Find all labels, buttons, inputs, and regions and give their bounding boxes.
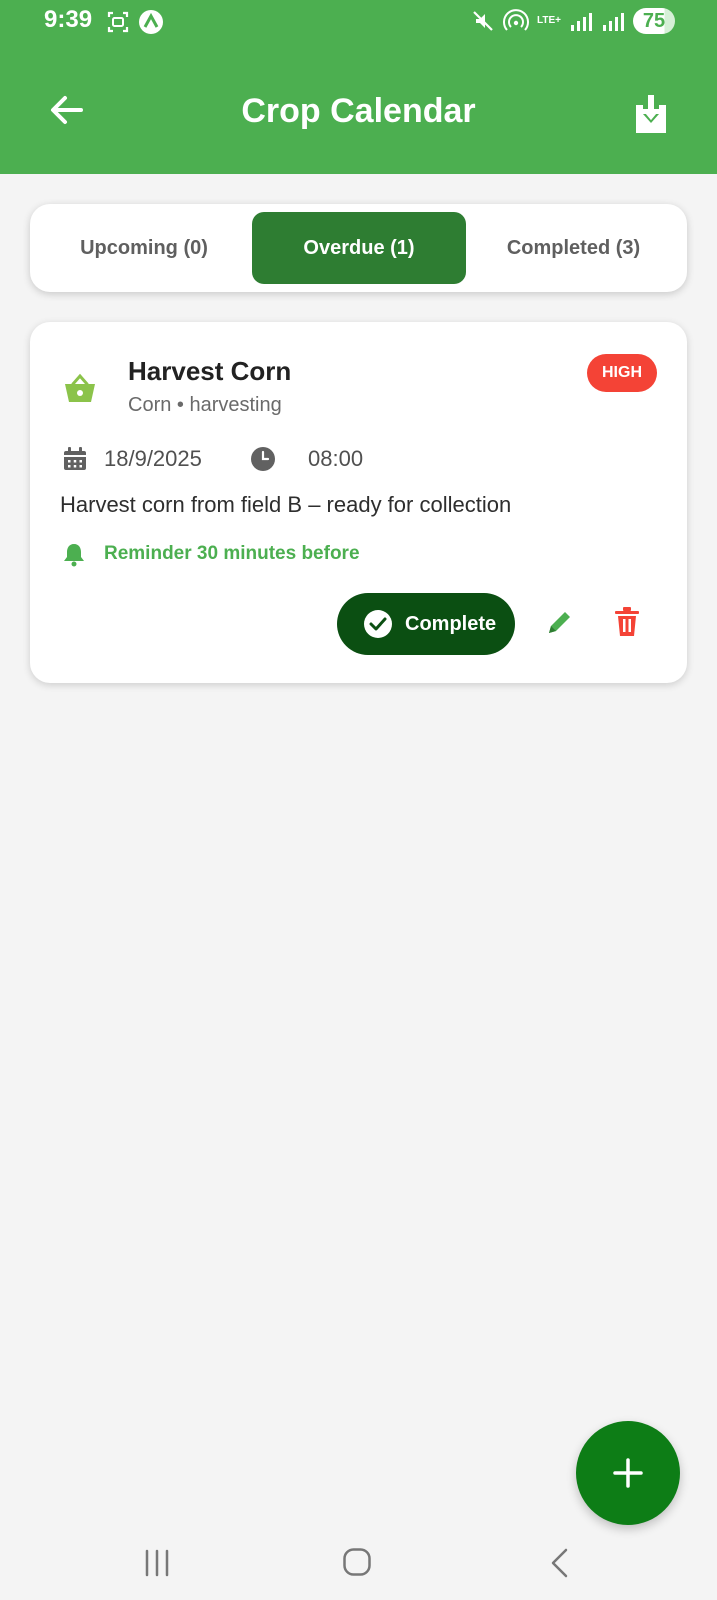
status-left-icons: [106, 9, 164, 35]
bell-icon: [64, 544, 84, 567]
reminder-text: Reminder 30 minutes before: [104, 543, 360, 564]
status-right-icons: LTE+ 75: [471, 8, 675, 34]
reminder-row: Reminder 30 minutes before: [62, 541, 360, 567]
task-subtitle: Corn • harvesting: [128, 394, 282, 416]
screenshot-icon: [106, 10, 130, 34]
tab-overdue[interactable]: Overdue (1): [252, 212, 466, 284]
home-button[interactable]: [342, 1547, 372, 1577]
basket-icon: [62, 370, 98, 406]
app-header: 9:39 LTE+ 75 Crop Calendar: [0, 0, 717, 174]
signal-icon: [601, 9, 625, 33]
pencil-icon: [549, 612, 570, 633]
trash-icon: [615, 607, 639, 636]
add-task-button[interactable]: [576, 1421, 680, 1525]
recent-apps-icon: [145, 1549, 169, 1577]
network-label: LTE+: [537, 15, 561, 26]
mute-icon: [471, 9, 495, 33]
status-time: 9:39: [44, 6, 93, 33]
task-card[interactable]: Harvest Corn Corn • harvesting HIGH 18/9…: [30, 322, 687, 683]
tab-completed[interactable]: Completed (3): [468, 212, 679, 284]
edit-button[interactable]: [544, 608, 574, 638]
hotspot-icon: [503, 9, 530, 33]
priority-badge: HIGH: [587, 354, 657, 392]
recent-apps-button[interactable]: [142, 1549, 172, 1577]
signal-icon: [569, 9, 593, 33]
task-time: 08:00: [308, 446, 364, 471]
tab-upcoming[interactable]: Upcoming (0): [38, 212, 250, 284]
calendar-icon: [64, 447, 86, 470]
check-circle-icon: [364, 610, 392, 638]
task-date: 18/9/2025: [104, 446, 202, 471]
battery-icon: 75: [633, 8, 675, 34]
system-back-button[interactable]: [549, 1547, 569, 1579]
task-description: Harvest corn from field B – ready for co…: [60, 492, 512, 517]
back-icon: [551, 1548, 568, 1578]
clock-icon: [251, 447, 275, 471]
download-button[interactable]: [633, 92, 669, 136]
delete-button[interactable]: [612, 606, 642, 638]
navigation-app-icon: [138, 9, 164, 35]
home-icon: [343, 1548, 371, 1576]
task-title: Harvest Corn: [128, 356, 292, 386]
download-icon: [636, 95, 666, 133]
date-time-row: 18/9/2025 08:00: [62, 446, 363, 472]
system-nav-bar: [0, 1520, 717, 1600]
complete-button[interactable]: Complete: [337, 593, 515, 655]
complete-button-label: Complete: [405, 612, 497, 635]
status-bar: 9:39 LTE+ 75: [0, 0, 717, 42]
page-title: Crop Calendar: [241, 92, 476, 130]
plus-icon: [613, 1458, 643, 1488]
tab-bar: Upcoming (0) Overdue (1) Completed (3): [30, 204, 687, 292]
